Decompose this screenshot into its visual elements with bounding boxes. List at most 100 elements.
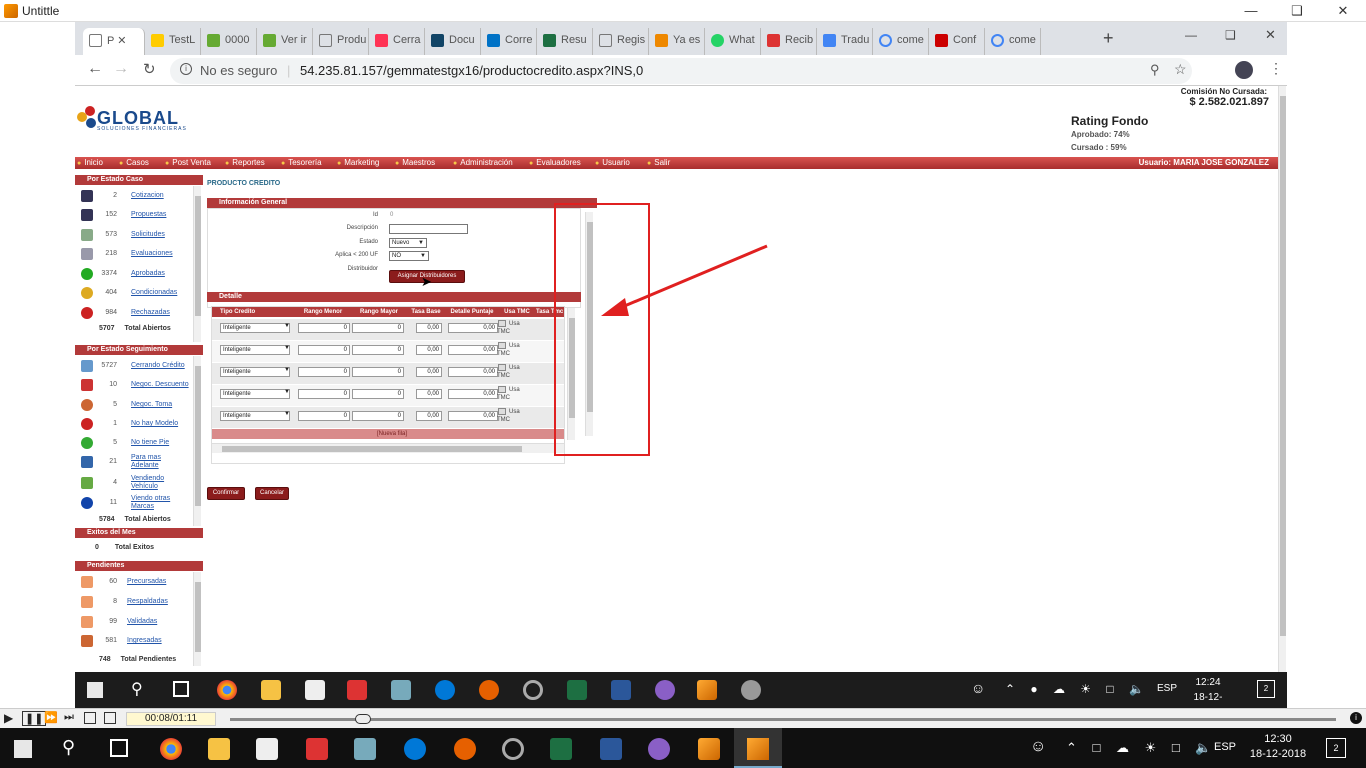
sidebar-row[interactable]: 984 Rechazadas bbox=[79, 305, 191, 324]
sidebar-row[interactable]: 1 No hay Modelo bbox=[79, 416, 191, 435]
tasa-base-input[interactable]: 0,00 bbox=[416, 411, 442, 421]
detalle-puntaje-input[interactable]: 0,00 bbox=[448, 411, 498, 421]
detalle-puntaje-input[interactable]: 0,00 bbox=[448, 367, 498, 377]
rango-menor-input[interactable]: 0 bbox=[298, 323, 350, 333]
rango-mayor-input[interactable]: 0 bbox=[352, 367, 404, 377]
menu-inicio[interactable]: Inicio bbox=[77, 157, 103, 170]
browser-minimize-icon[interactable]: — bbox=[1185, 28, 1197, 42]
zoom-icon[interactable]: ⚲ bbox=[1150, 62, 1160, 78]
confirmar-button[interactable]: Confirmar bbox=[207, 487, 245, 500]
tab-gmail[interactable]: Recib bbox=[761, 28, 817, 55]
windows-start-icon[interactable] bbox=[87, 682, 103, 698]
sidebar-row[interactable]: 5 Negoc. Toma bbox=[79, 397, 191, 416]
windows-start-icon[interactable] bbox=[14, 740, 32, 758]
menu-usuario[interactable]: Usuario bbox=[595, 157, 630, 170]
excel-icon[interactable] bbox=[550, 738, 572, 760]
detalle-puntaje-input[interactable]: 0,00 bbox=[448, 389, 498, 399]
menu-casos[interactable]: Casos bbox=[119, 157, 149, 170]
sidebar-seguimiento-scrollbar[interactable] bbox=[193, 356, 201, 526]
tab-0000[interactable]: 0000 bbox=[201, 28, 257, 55]
pause-icon[interactable]: ❚❚ bbox=[22, 711, 47, 726]
tipo-credito-select[interactable]: Inteligente bbox=[220, 411, 290, 421]
grid-hscrollbar[interactable] bbox=[212, 443, 564, 453]
close-button[interactable]: ✕ bbox=[1320, 0, 1366, 22]
next-frame-icon[interactable]: ⏭ bbox=[64, 711, 74, 724]
page-scrollbar[interactable] bbox=[1278, 86, 1286, 672]
tray-clock[interactable]: 12:2418-12-2018 bbox=[1183, 675, 1233, 708]
sidebar-row[interactable]: 404 Condicionadas bbox=[79, 285, 191, 304]
sidebar-row[interactable]: 581 Ingresadas bbox=[79, 633, 191, 652]
explorer-icon[interactable] bbox=[208, 738, 230, 760]
menu-tesoreria[interactable]: Tesorería bbox=[281, 157, 321, 170]
seek-handle[interactable] bbox=[355, 714, 371, 724]
rango-mayor-input[interactable]: 0 bbox=[352, 389, 404, 399]
edge-icon[interactable] bbox=[435, 680, 455, 700]
rango-menor-input[interactable]: 0 bbox=[298, 411, 350, 421]
fullscreen-icon[interactable] bbox=[104, 712, 116, 724]
tab-active[interactable]: P ✕ bbox=[83, 28, 145, 55]
app-icon[interactable] bbox=[648, 738, 670, 760]
tray-clock[interactable]: 12:30 18-12-2018 bbox=[1246, 732, 1310, 762]
menu-maestros[interactable]: Maestros bbox=[395, 157, 435, 170]
tab-corre[interactable]: Corre bbox=[481, 28, 537, 55]
detalle-puntaje-input[interactable]: 0,00 bbox=[448, 345, 498, 355]
tab-come-2[interactable]: come bbox=[985, 28, 1041, 55]
cancelar-button[interactable]: Cancelar bbox=[255, 487, 289, 500]
sidebar-row[interactable]: 11 Viendo otras Marcas bbox=[79, 495, 191, 517]
tab-resu[interactable]: Resu bbox=[537, 28, 593, 55]
active-app-highlight[interactable] bbox=[734, 728, 782, 768]
menu-evaluadores[interactable]: Evaluadores bbox=[529, 157, 580, 170]
search-icon[interactable]: ⚲ bbox=[62, 737, 75, 758]
rango-mayor-input[interactable]: 0 bbox=[352, 411, 404, 421]
profile-avatar[interactable] bbox=[1235, 61, 1253, 79]
seek-bar[interactable] bbox=[230, 718, 1336, 721]
gift-icon[interactable] bbox=[306, 738, 328, 760]
maximize-button[interactable]: ❑ bbox=[1274, 0, 1320, 22]
app-icon[interactable] bbox=[523, 680, 543, 700]
tasa-base-input[interactable]: 0,00 bbox=[416, 367, 442, 377]
notification-icon[interactable]: 2 bbox=[1326, 738, 1346, 758]
app-icon[interactable] bbox=[502, 738, 524, 760]
sidebar-row[interactable]: 5 No tiene Pie bbox=[79, 435, 191, 454]
minimize-button[interactable]: — bbox=[1228, 0, 1274, 22]
tab-conf[interactable]: Conf bbox=[929, 28, 985, 55]
sidebar-row[interactable]: 3374 Aprobadas bbox=[79, 266, 191, 285]
edge-icon[interactable] bbox=[404, 738, 426, 760]
people-icon[interactable]: ☺ bbox=[971, 680, 985, 696]
sidebar-row[interactable]: 2 Cotizacion bbox=[79, 188, 191, 207]
nueva-fila-row[interactable]: [Nueva fila] bbox=[212, 429, 564, 439]
menu-marketing[interactable]: Marketing bbox=[337, 157, 379, 170]
sidebar-row[interactable]: 10 Negoc. Descuento bbox=[79, 377, 191, 396]
rango-menor-input[interactable]: 0 bbox=[298, 367, 350, 377]
menu-dots-icon[interactable]: ⋮ bbox=[1269, 60, 1283, 77]
aplica-select[interactable]: NO ▼ bbox=[389, 251, 429, 261]
sidebar-row[interactable]: 60 Precursadas bbox=[79, 574, 191, 593]
sidebar-row[interactable]: 8 Respaldadas bbox=[79, 594, 191, 613]
notification-icon[interactable]: 2 bbox=[1257, 680, 1275, 698]
tab-whatsapp[interactable]: What bbox=[705, 28, 761, 55]
play-icon[interactable]: ▶ bbox=[4, 711, 13, 725]
tab-docu[interactable]: Docu bbox=[425, 28, 481, 55]
store-icon[interactable] bbox=[305, 680, 325, 700]
info-icon[interactable]: i bbox=[1350, 712, 1362, 724]
notes-icon[interactable] bbox=[391, 680, 411, 700]
menu-reportes[interactable]: Reportes bbox=[225, 157, 264, 170]
search-icon[interactable]: ⚲ bbox=[131, 679, 143, 699]
tab-produ[interactable]: Produ bbox=[313, 28, 369, 55]
tab-cerra[interactable]: Cerra bbox=[369, 28, 425, 55]
app-icon[interactable] bbox=[655, 680, 675, 700]
tray-lang[interactable]: ESP bbox=[1214, 741, 1236, 753]
menu-salir[interactable]: Salir bbox=[647, 157, 670, 170]
sidebar-row[interactable]: 218 Evaluaciones bbox=[79, 246, 191, 265]
tab-come[interactable]: come bbox=[873, 28, 929, 55]
sidebar-estado-caso-scrollbar[interactable] bbox=[193, 186, 201, 342]
firefox-icon[interactable] bbox=[454, 738, 476, 760]
back-icon[interactable]: ← bbox=[87, 60, 103, 78]
firefox-icon[interactable] bbox=[479, 680, 499, 700]
people-icon[interactable]: ☺ bbox=[1030, 738, 1046, 756]
sidebar-row[interactable]: 152 Propuestas bbox=[79, 207, 191, 226]
task-view-icon[interactable] bbox=[173, 681, 189, 697]
reload-icon[interactable]: ↻ bbox=[143, 60, 156, 78]
tipo-credito-select[interactable]: Inteligente bbox=[220, 389, 290, 399]
rango-mayor-input[interactable]: 0 bbox=[352, 323, 404, 333]
